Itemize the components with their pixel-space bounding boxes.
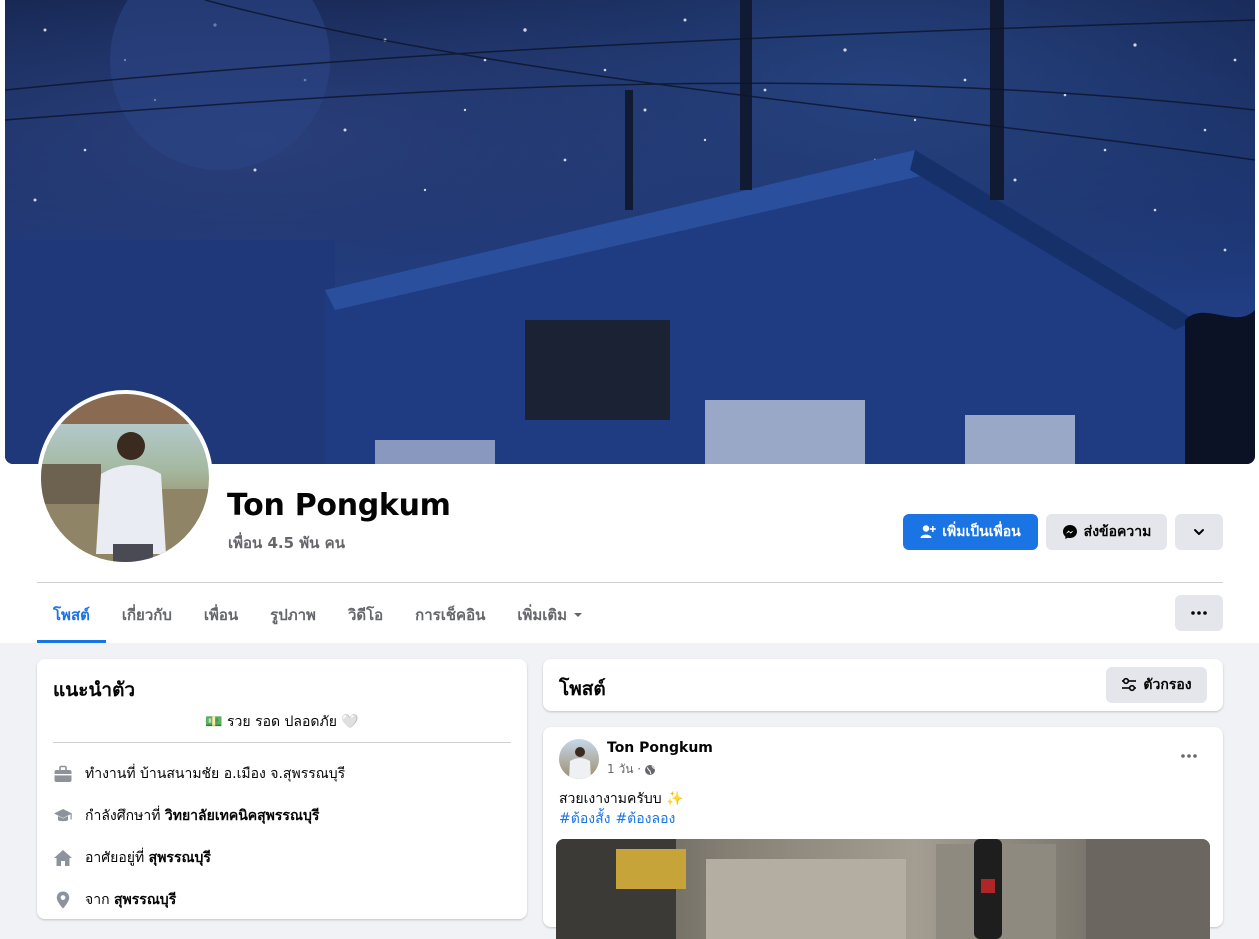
graduation-cap-icon (54, 809, 72, 822)
more-dots-icon (1181, 754, 1197, 758)
profile-picture[interactable] (41, 394, 209, 562)
profile-options-button[interactable] (1175, 514, 1223, 550)
intro-divider (53, 742, 511, 743)
posts-title: โพสต์ (559, 678, 606, 700)
home-icon (54, 850, 72, 866)
profile-name: Ton Pongkum (227, 488, 451, 523)
filter-button[interactable]: ตัวกรอง (1106, 667, 1207, 703)
tabs-more-button[interactable] (1175, 595, 1223, 631)
message-button[interactable]: ส่งข้อความ (1046, 514, 1167, 550)
profile-photo-illustration (41, 394, 209, 562)
briefcase-icon (54, 765, 72, 782)
more-dots-icon (1191, 611, 1207, 615)
tab-about[interactable]: เกี่ยวกับ (106, 590, 188, 640)
post-author-name[interactable]: Ton Pongkum (607, 740, 713, 756)
friends-count[interactable]: เพื่อน 4.5 พัน คน (228, 531, 345, 555)
caret-down-icon (574, 613, 583, 617)
header-divider (37, 582, 1223, 583)
filter-label: ตัวกรอง (1143, 677, 1192, 693)
filter-sliders-icon (1122, 677, 1137, 692)
intro-title: แนะนำตัว (53, 679, 136, 701)
intro-work: ทำงานที่ บ้านสนามชัย อ.เมือง จ.สุพรรณบุร… (53, 763, 345, 785)
intro-lives-place[interactable]: สุพรรณบุรี (149, 850, 211, 866)
tab-friends[interactable]: เพื่อน (188, 590, 254, 640)
tab-more-label: เพิ่มเติม (517, 606, 568, 624)
intro-education-prefix: กำลังศึกษาที่ (85, 808, 165, 824)
post-timestamp[interactable]: 1 วัน · (607, 760, 656, 779)
add-friend-button[interactable]: เพิ่มเป็นเพื่อน (903, 514, 1038, 550)
post-text: สวยเงางามครับบ ✨ (559, 791, 684, 807)
post-image[interactable] (556, 839, 1210, 939)
post-card: Ton Pongkum 1 วัน · สวยเงางามครับบ ✨ #ต้… (543, 727, 1223, 939)
cover-photo[interactable] (5, 0, 1255, 464)
cover-illustration (5, 0, 1255, 464)
intro-education-school[interactable]: วิทยาลัยเทคนิคสุพรรณบุรี (165, 808, 319, 824)
hashtag-link[interactable]: #ต้องสั้ง (559, 811, 610, 827)
hashtag-link[interactable]: #ต้องลอง (615, 811, 675, 827)
post-avatar-illustration (569, 747, 591, 779)
intro-education: กำลังศึกษาที่ วิทยาลัยเทคนิคสุพรรณบุรี (53, 805, 319, 827)
intro-lives-prefix: อาศัยอยู่ที่ (85, 850, 149, 866)
intro-from-prefix: จาก (85, 892, 114, 908)
add-friend-label: เพิ่มเป็นเพื่อน (942, 524, 1021, 540)
tab-videos[interactable]: วิดีโอ (332, 590, 399, 640)
post-image-illustration (556, 839, 1210, 939)
intro-work-text: ทำงานที่ บ้านสนามชัย อ.เมือง จ.สุพรรณบุร… (85, 766, 346, 782)
intro-from-place[interactable]: สุพรรณบุรี (114, 892, 176, 908)
post-options-button[interactable] (1171, 743, 1207, 769)
intro-card: แนะนำตัว 💵 รวย รอด ปลอดภัย 🤍 ทำงานที่ บ้… (37, 659, 527, 919)
chevron-down-icon (1194, 529, 1204, 535)
post-author-avatar[interactable] (559, 739, 599, 779)
post-time-text: 1 วัน · (607, 762, 642, 776)
intro-bio: 💵 รวย รอด ปลอดภัย 🤍 (205, 714, 359, 730)
add-friend-icon (920, 525, 937, 538)
post-hashtags: #ต้องสั้ง #ต้องลอง (559, 808, 680, 830)
tab-photos[interactable]: รูปภาพ (254, 590, 332, 640)
location-pin-icon (56, 891, 70, 909)
intro-from: จาก สุพรรณบุรี (53, 889, 176, 911)
profile-tabs: โพสต์ เกี่ยวกับ เพื่อน รูปภาพ วิดีโอ การ… (37, 590, 599, 643)
globe-icon (645, 764, 656, 775)
tab-posts[interactable]: โพสต์ (37, 590, 106, 643)
intro-lives: อาศัยอยู่ที่ สุพรรณบุรี (53, 847, 211, 869)
posts-header-card: โพสต์ ตัวกรอง (543, 659, 1223, 711)
tab-more[interactable]: เพิ่มเติม (501, 590, 599, 640)
tab-checkins[interactable]: การเช็คอิน (399, 590, 501, 640)
message-label: ส่งข้อความ (1083, 524, 1152, 540)
messenger-icon (1062, 525, 1077, 539)
